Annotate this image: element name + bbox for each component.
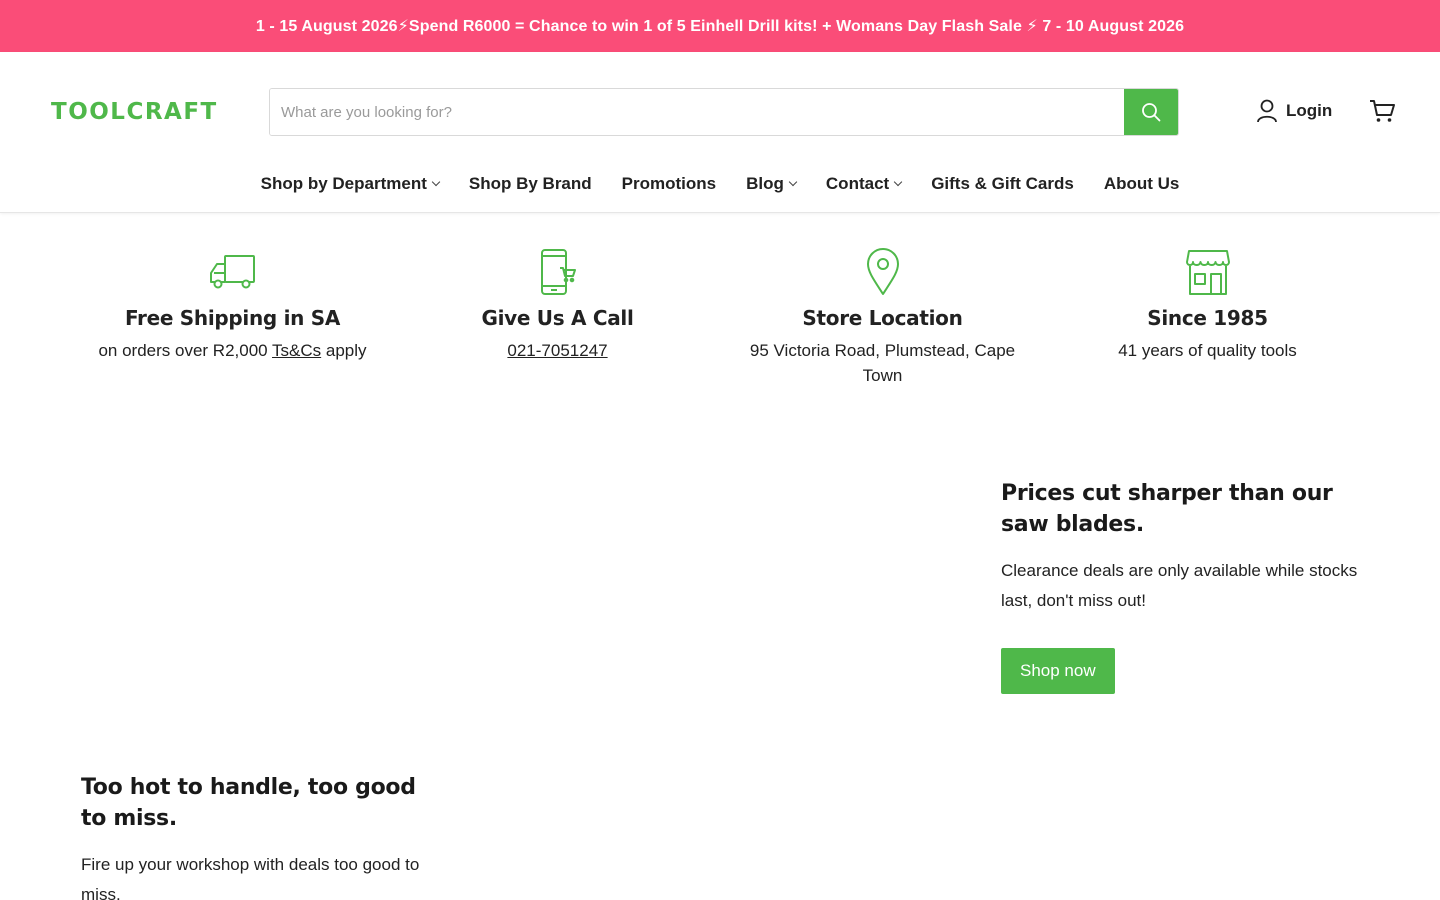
promo-title: Prices cut sharper than our saw blades. [1001, 481, 1333, 537]
chevron-down-icon [788, 177, 798, 187]
search-bar [269, 88, 1179, 136]
announcement-text: 1 - 15 August 2026⚡Spend R6000 = Chance … [255, 18, 1185, 35]
user-icon [1257, 99, 1277, 123]
truck-icon [209, 255, 255, 289]
site-header: TOOLCRAFT Login Shop by Department [0, 52, 1440, 213]
nav-item-about-us[interactable]: About Us [1104, 174, 1180, 194]
feature-text: 95 Victoria Road, Plumstead, Cape Town [749, 341, 1016, 385]
feature-store-location: Store Location 95 Victoria Road, Plumste… [720, 248, 1045, 388]
nav-item-blog[interactable]: Blog [746, 174, 798, 194]
login-link[interactable]: Login [1256, 99, 1332, 123]
feature-text-part: on orders over R2,000 [98, 341, 273, 360]
nav-label: Contact [825, 174, 890, 193]
nav-item-gifts[interactable]: Gifts & Gift Cards [931, 174, 1074, 194]
feature-title: Give Us A Call [481, 306, 634, 330]
feature-text: on orders over R2,000 Ts&Cs apply [98, 338, 366, 363]
nav-item-shop-by-department[interactable]: Shop by Department [260, 174, 441, 194]
storefront-icon [1185, 250, 1230, 295]
promo-text: Fire up your workshop with deals too goo… [81, 855, 420, 900]
main-nav: Shop by Department Shop By Brand Promoti… [0, 174, 1440, 194]
promo-title: Too hot to handle, too good to miss. [81, 775, 416, 831]
cart-button[interactable] [1368, 98, 1396, 129]
logo[interactable]: TOOLCRAFT [51, 99, 218, 125]
chevron-down-icon [431, 177, 441, 187]
feature-text-part: apply [321, 341, 367, 360]
cart-icon [1370, 100, 1395, 122]
nav-label: About Us [1103, 174, 1180, 193]
nav-item-shop-by-brand[interactable]: Shop By Brand [469, 174, 592, 194]
promo-clearance: Prices cut sharper than our saw blades. … [1001, 478, 1361, 694]
promo-hot-deals: Too hot to handle, too good to miss. Fir… [81, 772, 441, 900]
feature-title: Since 1985 [1147, 306, 1268, 330]
feature-since: Since 1985 41 years of quality tools [1045, 248, 1370, 388]
nav-label: Gifts & Gift Cards [931, 174, 1074, 193]
nav-item-promotions[interactable]: Promotions [622, 174, 716, 194]
phone-link[interactable]: 021-7051247 [507, 341, 607, 360]
map-pin-icon [866, 248, 899, 295]
nav-label: Shop by Department [260, 174, 427, 193]
phone-cart-icon [540, 249, 576, 295]
nav-item-contact[interactable]: Contact [825, 174, 903, 194]
search-button[interactable] [1124, 89, 1178, 135]
feature-call: Give Us A Call 021-7051247 [395, 248, 720, 388]
announcement-bar: 1 - 15 August 2026⚡Spend R6000 = Chance … [0, 0, 1440, 52]
nav-label: Promotions [621, 174, 717, 193]
search-input[interactable] [270, 89, 1124, 135]
chevron-down-icon [893, 177, 903, 187]
nav-label: Blog [746, 174, 784, 193]
feature-text: 021-7051247 [507, 338, 607, 363]
feature-title: Free Shipping in SA [124, 306, 341, 330]
promo-text: Clearance deals are only available while… [1001, 561, 1358, 610]
nav-label: Shop By Brand [468, 174, 592, 193]
feature-text: 41 years of quality tools [1118, 341, 1297, 360]
login-label: Login [1286, 101, 1333, 120]
search-icon [1142, 103, 1161, 122]
feature-shipping: Free Shipping in SA on orders over R2,00… [70, 248, 395, 388]
feature-strip: Free Shipping in SA on orders over R2,00… [70, 248, 1370, 388]
terms-link[interactable]: Ts&Cs [272, 341, 321, 360]
feature-title: Store Location [802, 306, 963, 330]
shop-now-button[interactable]: Shop now [1001, 648, 1115, 694]
